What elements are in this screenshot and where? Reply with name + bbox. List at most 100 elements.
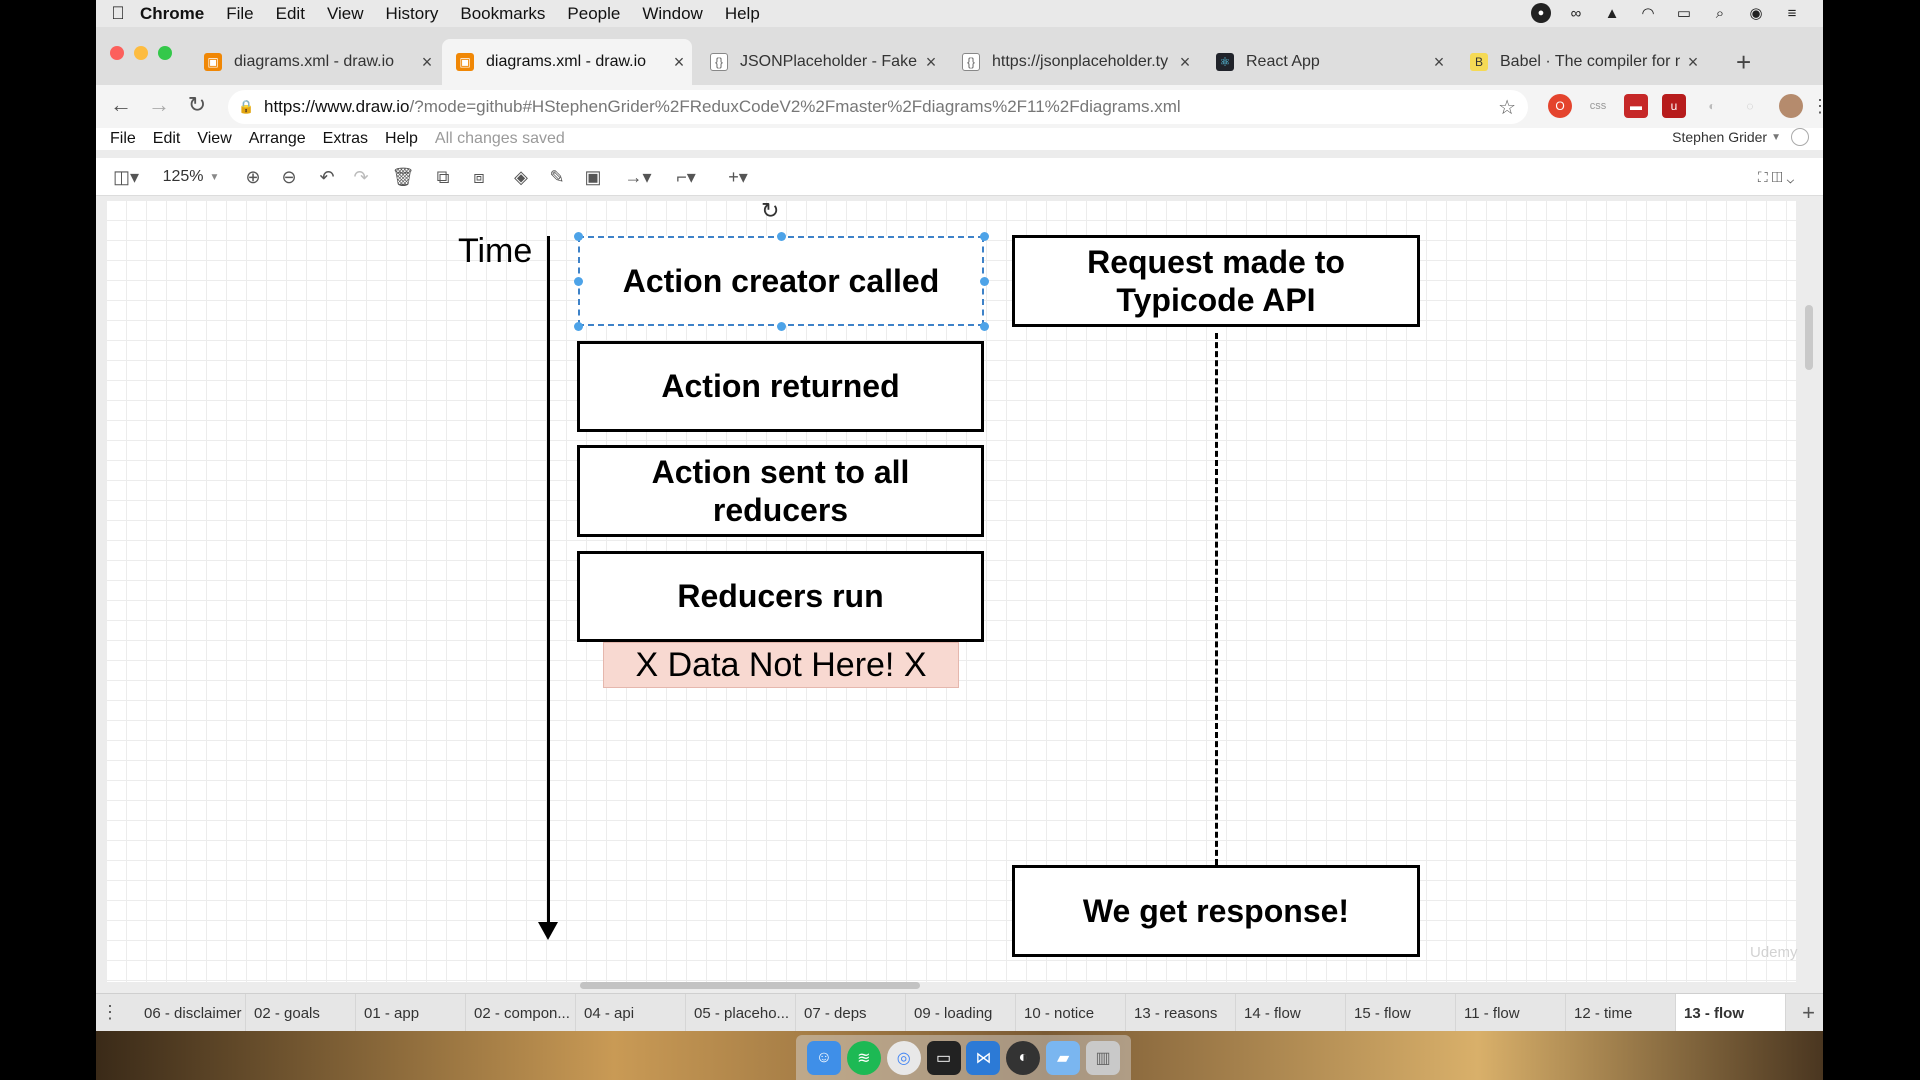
box-action-creator-called[interactable]: Action creator called	[578, 236, 984, 326]
chrome-menu-icon[interactable]: ⋮	[1808, 94, 1823, 118]
extension-circle-icon[interactable]: ◌	[1738, 94, 1762, 118]
vscode-icon[interactable]: ⋈	[966, 1040, 1001, 1075]
box-request-made[interactable]: Request made to Typicode API	[1012, 235, 1420, 327]
resize-handle[interactable]	[777, 322, 786, 331]
page-tab[interactable]: 06 - disclaimer	[136, 994, 246, 1032]
siri-icon[interactable]: ◉	[1745, 3, 1767, 23]
drawio-menu-extras[interactable]: Extras	[323, 130, 368, 148]
page-tab[interactable]: 14 - flow	[1236, 994, 1346, 1032]
close-tab-icon[interactable]: ×	[414, 52, 440, 73]
redo-icon[interactable]: ↷	[348, 164, 374, 190]
page-tab-active[interactable]: 13 - flow	[1676, 994, 1786, 1032]
browser-tab[interactable]: {} JSONPlaceholder - Fake o ×	[696, 39, 944, 85]
docker-icon[interactable]: ▲	[1601, 3, 1623, 23]
zoom-in-icon[interactable]: ⊕	[240, 164, 266, 190]
menu-people[interactable]: People	[567, 4, 620, 24]
trash-icon[interactable]: ▥	[1086, 1040, 1121, 1075]
reload-icon[interactable]: ↻	[182, 92, 212, 122]
menu-help[interactable]: Help	[725, 4, 760, 24]
spotlight-search-icon[interactable]: ⌕	[1709, 3, 1731, 23]
shadow-icon[interactable]: ▣	[580, 164, 606, 190]
back-icon[interactable]: ←	[106, 92, 136, 122]
globe-icon[interactable]	[1791, 128, 1809, 146]
browser-tab[interactable]: ⚛ React App ×	[1202, 39, 1452, 85]
extension-opera-icon[interactable]: O	[1548, 94, 1572, 118]
close-tab-icon[interactable]: ×	[666, 52, 692, 73]
battery-icon[interactable]: ▭	[1673, 3, 1695, 23]
menu-file[interactable]: File	[226, 4, 253, 24]
user-menu[interactable]: Stephen Grider ▼	[1672, 128, 1809, 146]
connection-style-icon[interactable]: →▾	[618, 164, 658, 190]
minimize-window-button[interactable]	[134, 46, 148, 60]
new-tab-button[interactable]: +	[1736, 47, 1751, 78]
drawio-menu-file[interactable]: File	[110, 130, 136, 148]
profile-avatar[interactable]	[1779, 94, 1803, 118]
obs-icon[interactable]: ◐	[1006, 1040, 1041, 1075]
resize-handle[interactable]	[574, 232, 583, 241]
resize-handle[interactable]	[574, 322, 583, 331]
page-tab[interactable]: 04 - api	[576, 994, 686, 1032]
fill-color-icon[interactable]: ◈	[508, 164, 534, 190]
finder-icon[interactable]: ☺	[806, 1040, 841, 1075]
page-tab[interactable]: 13 - reasons	[1126, 994, 1236, 1032]
menu-bookmarks[interactable]: Bookmarks	[460, 4, 545, 24]
page-tab[interactable]: 12 - time	[1566, 994, 1676, 1032]
dashed-connector[interactable]	[1215, 333, 1218, 865]
forward-icon[interactable]: →	[144, 92, 174, 122]
menu-history[interactable]: History	[385, 4, 438, 24]
time-arrow-line[interactable]	[547, 236, 550, 926]
rotate-handle-icon[interactable]: ↻	[761, 198, 779, 224]
close-tab-icon[interactable]: ×	[1172, 52, 1198, 73]
line-color-icon[interactable]: ✎	[544, 164, 570, 190]
data-not-here-label[interactable]: X Data Not Here! X	[603, 642, 959, 688]
folder-icon[interactable]: ▰	[1046, 1040, 1081, 1075]
browser-tab[interactable]: ▣ diagrams.xml - draw.io ×	[190, 39, 440, 85]
box-reducers-run[interactable]: Reducers run	[577, 551, 984, 642]
vertical-scrollbar[interactable]	[1805, 305, 1813, 370]
apple-icon[interactable]: 	[96, 3, 140, 24]
notification-center-icon[interactable]: ≡	[1781, 3, 1803, 23]
address-bar[interactable]: 🔒 https://www.draw.io/?mode=github#HStep…	[228, 90, 1528, 124]
menu-chrome[interactable]: Chrome	[140, 4, 204, 24]
close-tab-icon[interactable]: ×	[1426, 52, 1452, 73]
extension-css-icon[interactable]: css	[1586, 94, 1610, 118]
close-tab-icon[interactable]: ×	[1680, 52, 1706, 73]
close-tab-icon[interactable]: ×	[918, 52, 944, 73]
page-tab[interactable]: 10 - notice	[1016, 994, 1126, 1032]
maximize-window-button[interactable]	[158, 46, 172, 60]
waypoints-icon[interactable]: ⌐▾	[666, 164, 706, 190]
format-panel-toggle-icon[interactable]: ◫▾	[108, 164, 144, 190]
to-back-icon[interactable]: ⧈	[466, 164, 492, 190]
resize-handle[interactable]	[980, 322, 989, 331]
terminal-icon[interactable]: ▭	[926, 1040, 961, 1075]
page-tab[interactable]: 09 - loading	[906, 994, 1016, 1032]
drawio-menu-edit[interactable]: Edit	[153, 130, 181, 148]
box-action-sent-to-reducers[interactable]: Action sent to all reducers	[577, 445, 984, 537]
page-tab[interactable]: 07 - deps	[796, 994, 906, 1032]
time-label[interactable]: Time	[458, 232, 532, 271]
page-tab[interactable]: 02 - goals	[246, 994, 356, 1032]
insert-icon[interactable]: +▾	[718, 164, 758, 190]
add-page-icon[interactable]: +	[1802, 1000, 1815, 1026]
delete-icon[interactable]: 🗑	[390, 164, 416, 190]
box-action-returned[interactable]: Action returned	[577, 341, 984, 432]
box-we-get-response[interactable]: We get response!	[1012, 865, 1420, 957]
page-tab[interactable]: 02 - compon...	[466, 994, 576, 1032]
menu-window[interactable]: Window	[642, 4, 702, 24]
browser-tab-active[interactable]: ▣ diagrams.xml - draw.io ×	[442, 39, 692, 85]
browser-tab[interactable]: {} https://jsonplaceholder.ty ×	[948, 39, 1198, 85]
page-tab[interactable]: 15 - flow	[1346, 994, 1456, 1032]
screen-record-icon[interactable]: ●	[1531, 3, 1551, 23]
page-tab[interactable]: 05 - placeho...	[686, 994, 796, 1032]
drawio-menu-view[interactable]: View	[197, 130, 231, 148]
page-tab[interactable]: 11 - flow	[1456, 994, 1566, 1032]
browser-tab[interactable]: B Babel · The compiler for n ×	[1456, 39, 1706, 85]
glasses-icon[interactable]: ∞	[1565, 3, 1587, 23]
horizontal-scrollbar[interactable]	[580, 982, 920, 989]
close-window-button[interactable]	[110, 46, 124, 60]
drawio-menu-arrange[interactable]: Arrange	[249, 130, 306, 148]
page-tab[interactable]: 01 - app	[356, 994, 466, 1032]
extension-gray-icon[interactable]: ◐	[1700, 94, 1724, 118]
to-front-icon[interactable]: ⧉	[430, 164, 456, 190]
resize-handle[interactable]	[980, 277, 989, 286]
